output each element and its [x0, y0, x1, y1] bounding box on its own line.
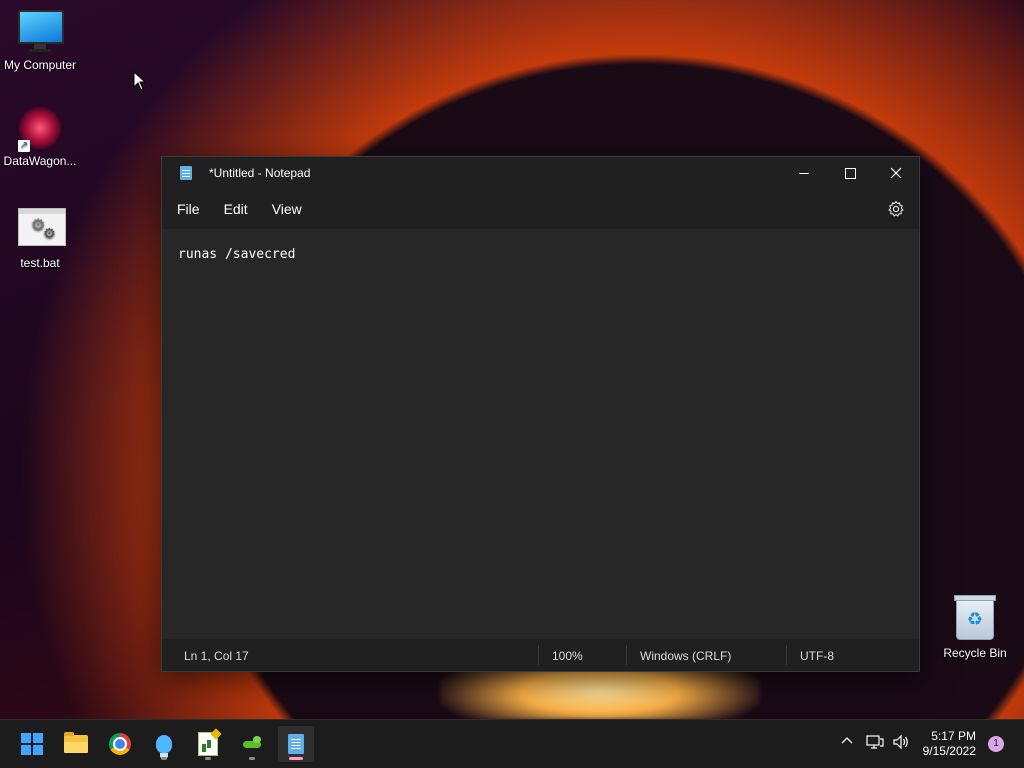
title-bar[interactable]: *Untitled - Notepad: [162, 157, 919, 189]
encoding: UTF-8: [800, 649, 834, 663]
maximize-button[interactable]: [827, 157, 873, 189]
clock-date: 9/15/2022: [922, 744, 976, 758]
notepad-icon: [288, 734, 304, 754]
gear-icon: [888, 200, 904, 217]
lightbulb-icon: [156, 735, 172, 758]
status-divider: [786, 645, 787, 665]
recycle-bin-icon: ♻: [953, 595, 997, 642]
start-button[interactable]: [14, 726, 50, 762]
close-button[interactable]: [873, 157, 919, 189]
zoom-level: 100%: [552, 649, 583, 663]
menu-edit[interactable]: Edit: [212, 201, 260, 217]
clock-time: 5:17 PM: [931, 729, 976, 743]
computer-icon: [18, 10, 64, 54]
desktop-icon-datawagon[interactable]: ↗ DataWagon...: [0, 106, 80, 168]
menu-view[interactable]: View: [260, 201, 314, 217]
menu-file[interactable]: File: [165, 201, 212, 217]
taskbar-gecko-app[interactable]: [234, 726, 270, 762]
taskbar-chrome[interactable]: [102, 726, 138, 762]
taskbar-spreadsheet-app[interactable]: [190, 726, 226, 762]
taskbar-file-explorer[interactable]: [58, 726, 94, 762]
status-divider: [626, 645, 627, 665]
menu-bar: File Edit View: [162, 189, 919, 229]
running-indicator: [249, 757, 255, 760]
batch-file-icon: ⚙ ⚙: [18, 208, 66, 252]
windows-logo-icon: [21, 733, 43, 755]
editor-text: runas /savecred: [178, 247, 296, 262]
desktop-icon-label: Recycle Bin: [943, 646, 1007, 660]
chrome-icon: [109, 733, 131, 755]
desktop-icon-test-bat[interactable]: ⚙ ⚙ test.bat: [0, 204, 80, 270]
taskbar-notepad[interactable]: [278, 726, 314, 762]
notification-badge[interactable]: 1: [988, 736, 1004, 752]
running-indicator: [205, 757, 211, 760]
settings-button[interactable]: [887, 200, 905, 218]
notepad-icon: [180, 166, 192, 180]
folder-icon: [64, 732, 88, 753]
chevron-up-icon: [841, 737, 853, 744]
minimize-button[interactable]: [781, 157, 827, 189]
volume-button[interactable]: [892, 734, 910, 753]
window-title: *Untitled - Notepad: [209, 166, 311, 180]
cursor-position: Ln 1, Col 17: [184, 649, 249, 663]
close-icon: [890, 167, 902, 179]
taskbar: 5:17 PM 9/15/2022 1: [0, 719, 1024, 768]
datawagon-app-icon: ↗: [18, 106, 62, 152]
line-ending: Windows (CRLF): [640, 649, 732, 663]
desktop-icon-recycle-bin[interactable]: ♻ Recycle Bin: [935, 595, 1015, 660]
network-button[interactable]: [866, 734, 884, 753]
desktop-icon-label: DataWagon...: [3, 154, 77, 168]
running-indicator: [161, 757, 167, 760]
status-divider: [538, 645, 539, 665]
desktop-icon-label: My Computer: [3, 58, 77, 72]
network-icon: [866, 735, 884, 749]
gecko-icon: [241, 735, 263, 753]
desktop-icon-label: test.bat: [20, 256, 60, 270]
volume-icon: [893, 734, 908, 750]
spreadsheet-icon: [198, 732, 218, 756]
taskbar-tips[interactable]: [146, 726, 182, 762]
clock[interactable]: 5:17 PM 9/15/2022: [923, 729, 976, 759]
show-hidden-icons-button[interactable]: [840, 734, 854, 751]
shortcut-arrow-icon: ↗: [18, 140, 30, 152]
status-bar: Ln 1, Col 17 100% Windows (CRLF) UTF-8: [162, 639, 919, 671]
desktop-icon-my-computer[interactable]: My Computer: [0, 10, 80, 72]
text-editor[interactable]: runas /savecred: [162, 229, 919, 639]
active-indicator: [289, 757, 303, 760]
notepad-window[interactable]: *Untitled - Notepad File Edit View runas…: [161, 156, 920, 672]
